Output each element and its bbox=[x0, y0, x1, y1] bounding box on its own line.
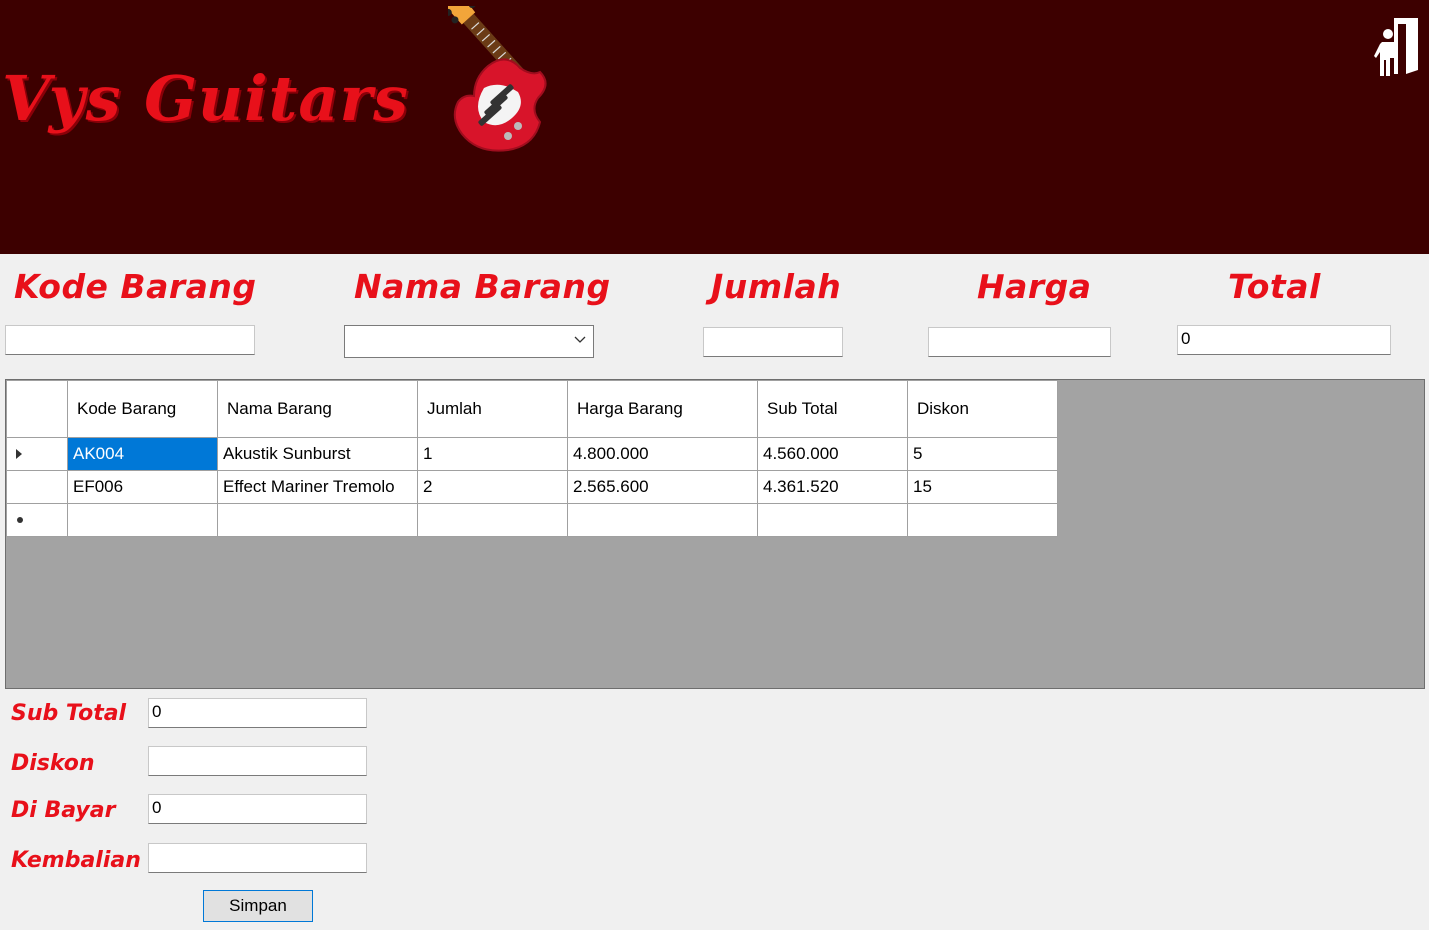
column-header[interactable]: Kode Barang bbox=[67, 380, 218, 438]
table-cell[interactable]: AK004 bbox=[67, 437, 218, 471]
total-label: Total bbox=[1228, 267, 1321, 306]
table-cell[interactable]: 2 bbox=[417, 470, 568, 504]
table-cell[interactable]: 4.800.000 bbox=[567, 437, 758, 471]
save-button[interactable]: Simpan bbox=[203, 890, 313, 922]
items-grid[interactable]: Kode Barang Nama Barang Jumlah Harga Bar… bbox=[5, 379, 1425, 689]
sub-total-input[interactable]: 0 bbox=[148, 698, 367, 728]
table-row[interactable]: AK004 Akustik Sunburst 1 4.800.000 4.560… bbox=[6, 437, 1058, 471]
column-header[interactable]: Diskon bbox=[907, 380, 1058, 438]
table-cell[interactable]: Effect Mariner Tremolo bbox=[217, 470, 418, 504]
row-header[interactable] bbox=[6, 503, 68, 537]
table-cell[interactable]: 1 bbox=[417, 437, 568, 471]
table-row[interactable]: EF006 Effect Mariner Tremolo 2 2.565.600… bbox=[6, 470, 1058, 504]
table-cell[interactable]: 4.361.520 bbox=[757, 470, 908, 504]
guitar-icon bbox=[448, 6, 547, 152]
diskon-label: Diskon bbox=[11, 751, 95, 776]
column-header[interactable]: Harga Barang bbox=[567, 380, 758, 438]
table-cell[interactable]: 4.560.000 bbox=[757, 437, 908, 471]
table-cell[interactable] bbox=[757, 503, 908, 537]
current-row-arrow-icon bbox=[16, 449, 22, 459]
column-header[interactable]: Sub Total bbox=[757, 380, 908, 438]
kembalian-label: Kembalian bbox=[11, 848, 141, 873]
table-cell[interactable] bbox=[67, 503, 218, 537]
di-bayar-input[interactable]: 0 bbox=[148, 794, 367, 824]
row-header[interactable] bbox=[6, 470, 68, 504]
chevron-down-icon bbox=[574, 336, 586, 343]
header-banner: Vys Guitars bbox=[0, 0, 1429, 254]
nama-barang-select[interactable] bbox=[344, 325, 594, 358]
table-cell[interactable] bbox=[217, 503, 418, 537]
new-row[interactable] bbox=[6, 503, 1058, 537]
grid-corner-cell bbox=[6, 380, 68, 438]
row-header[interactable] bbox=[6, 437, 68, 471]
harga-input[interactable] bbox=[928, 327, 1111, 357]
table-cell[interactable]: 15 bbox=[907, 470, 1058, 504]
jumlah-input[interactable] bbox=[703, 327, 843, 357]
brand-title: Vys Guitars bbox=[2, 62, 410, 135]
table-cell[interactable] bbox=[907, 503, 1058, 537]
column-header[interactable]: Jumlah bbox=[417, 380, 568, 438]
di-bayar-label: Di Bayar bbox=[11, 798, 116, 823]
sub-total-label: Sub Total bbox=[11, 701, 127, 726]
table-cell[interactable]: 5 bbox=[907, 437, 1058, 471]
exit-door-icon[interactable] bbox=[1374, 14, 1422, 78]
diskon-input[interactable] bbox=[148, 746, 367, 776]
kode-barang-label: Kode Barang bbox=[14, 267, 257, 306]
table-cell[interactable]: 2.565.600 bbox=[567, 470, 758, 504]
grid-header-row: Kode Barang Nama Barang Jumlah Harga Bar… bbox=[6, 380, 1058, 438]
table-cell[interactable] bbox=[567, 503, 758, 537]
table-cell[interactable]: EF006 bbox=[67, 470, 218, 504]
column-header[interactable]: Nama Barang bbox=[217, 380, 418, 438]
total-input[interactable]: 0 bbox=[1177, 325, 1391, 355]
new-row-asterisk-icon bbox=[17, 517, 23, 523]
kembalian-input[interactable] bbox=[148, 843, 367, 873]
kode-barang-input[interactable] bbox=[5, 325, 255, 355]
table-cell[interactable] bbox=[417, 503, 568, 537]
jumlah-label: Jumlah bbox=[711, 267, 842, 306]
table-cell[interactable]: Akustik Sunburst bbox=[217, 437, 418, 471]
nama-barang-label: Nama Barang bbox=[354, 267, 611, 306]
harga-label: Harga bbox=[977, 267, 1092, 306]
